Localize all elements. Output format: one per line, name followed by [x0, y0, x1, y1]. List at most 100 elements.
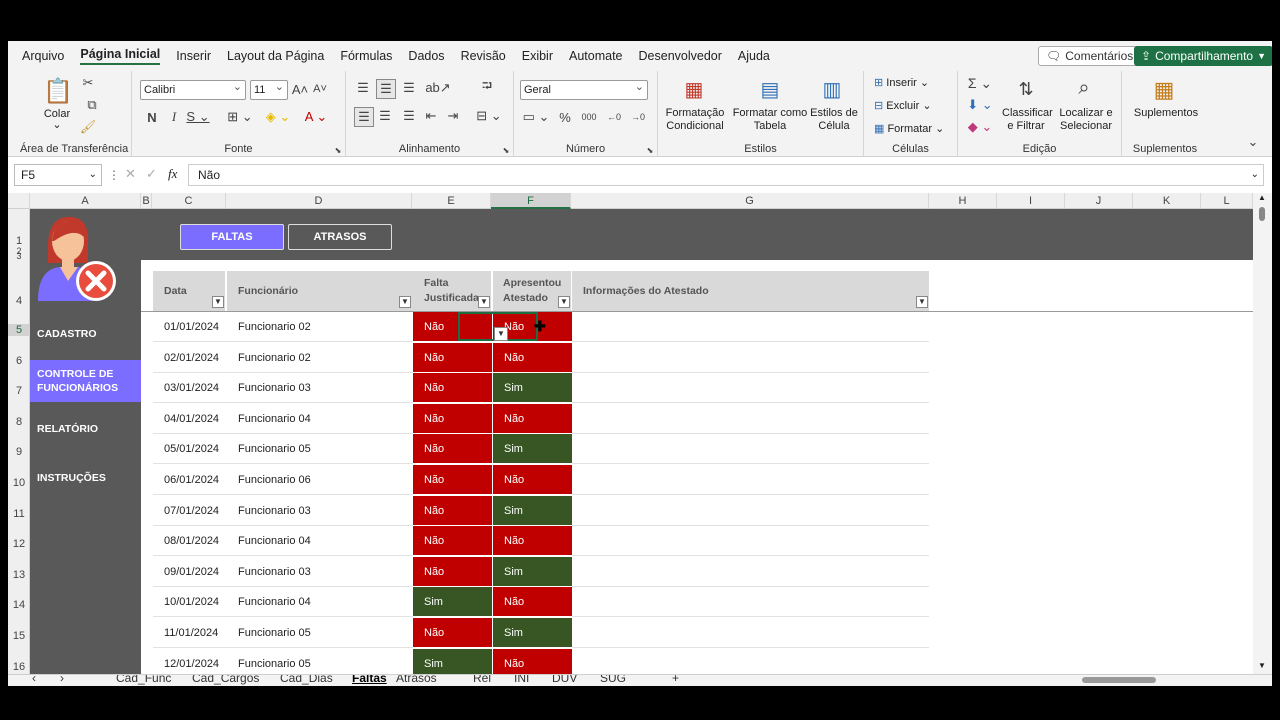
cell-func[interactable]: Funcionario 02	[227, 312, 413, 342]
cell-info[interactable]	[572, 587, 929, 618]
insert-function-icon[interactable]: fx	[168, 166, 177, 182]
cell-falta[interactable]: Não	[413, 556, 492, 587]
orientation-icon[interactable]: ab↗	[424, 79, 452, 97]
row-header-9[interactable]: 9	[8, 446, 30, 458]
decrease-decimal-icon[interactable]: →0	[628, 109, 648, 125]
prev-sheet-icon[interactable]: ‹	[32, 675, 36, 685]
cell-falta[interactable]: Sim	[413, 648, 492, 674]
copy-icon[interactable]: ⧉	[80, 97, 104, 113]
menu-item-4[interactable]: Fórmulas	[340, 49, 392, 63]
row-header-12[interactable]: 12	[8, 538, 30, 550]
cell-data[interactable]: 06/01/2024	[153, 465, 227, 495]
font-size-select[interactable]: 11	[250, 78, 288, 100]
format-table-label[interactable]: Formatar como Tabela	[730, 107, 810, 133]
autosum-icon[interactable]: Σ ⌄	[966, 75, 994, 91]
delete-cells-button[interactable]: ⊟ Excluir ⌄	[874, 100, 932, 113]
align-top-icon[interactable]: ☰	[354, 79, 372, 97]
cell-info[interactable]	[572, 526, 929, 557]
sheet-tab-0[interactable]: Cad_Func	[116, 675, 171, 685]
column-header-D[interactable]: D	[226, 193, 412, 209]
column-header-H[interactable]: H	[929, 193, 997, 209]
wrap-text-icon[interactable]: ⮒	[478, 78, 496, 97]
row-header-5[interactable]: 5	[8, 324, 30, 336]
column-header-F[interactable]: F	[491, 193, 571, 209]
cell-atestado[interactable]: Sim	[493, 556, 572, 587]
percent-icon[interactable]: %	[556, 109, 574, 125]
column-header-I[interactable]: I	[997, 193, 1065, 209]
cell-atestado[interactable]: Não	[493, 648, 572, 674]
row-header-11[interactable]: 11	[8, 508, 30, 520]
cell-falta[interactable]: Não	[413, 434, 492, 465]
cell-data[interactable]: 05/01/2024	[153, 434, 227, 465]
align-middle-icon[interactable]: ☰	[376, 79, 396, 99]
row-header-4[interactable]: 4	[8, 295, 30, 307]
column-header-L[interactable]: L	[1201, 193, 1253, 209]
filter-falta-button[interactable]: ▼	[478, 296, 490, 308]
cell-falta[interactable]: Não	[413, 342, 492, 373]
find-select-icon[interactable]: ⌕	[1070, 75, 1098, 101]
align-left-icon[interactable]: ☰	[354, 107, 374, 127]
cell-func[interactable]: Funcionario 03	[227, 496, 413, 526]
cell-info[interactable]	[572, 434, 929, 465]
cell-styles-label[interactable]: Estilos de Célula	[810, 107, 858, 133]
number-launcher-icon[interactable]: ⬊	[645, 145, 655, 155]
menu-item-0[interactable]: Arquivo	[22, 49, 64, 63]
cell-falta[interactable]: Não	[413, 526, 492, 557]
cell-info[interactable]	[572, 557, 929, 587]
filter-funcionario-button[interactable]: ▼	[399, 296, 411, 308]
sidebar-item-2[interactable]: RELATÓRIO	[30, 411, 141, 447]
clear-icon[interactable]: ◆ ⌄	[966, 119, 994, 135]
cell-info[interactable]	[572, 343, 929, 373]
cell-func[interactable]: Funcionario 04	[227, 526, 413, 557]
sidebar-item-0[interactable]: CADASTRO	[30, 319, 141, 349]
sheet-tab-1[interactable]: Cad_Cargos	[192, 675, 259, 685]
fill-icon[interactable]: ⬇ ⌄	[966, 97, 994, 113]
thousands-icon[interactable]: 000	[578, 109, 600, 125]
cell-dropdown-button[interactable]: ▼	[494, 327, 508, 341]
menu-item-7[interactable]: Exibir	[522, 49, 553, 63]
scroll-down-icon[interactable]: ▼	[1258, 661, 1266, 670]
cell-atestado[interactable]: Não	[493, 465, 572, 495]
sidebar-item-3[interactable]: INSTRUÇÕES	[30, 460, 141, 496]
cell-falta[interactable]: Sim	[413, 587, 492, 618]
horizontal-scrollbar[interactable]	[1048, 677, 1238, 685]
scroll-thumb[interactable]	[1259, 207, 1265, 221]
cell-func[interactable]: Funcionario 03	[227, 557, 413, 587]
menu-item-3[interactable]: Layout da Página	[227, 49, 324, 63]
cell-data[interactable]: 11/01/2024	[153, 618, 227, 648]
cell-data[interactable]: 02/01/2024	[153, 343, 227, 373]
cell-atestado[interactable]: Sim	[493, 434, 572, 465]
cell-func[interactable]: Funcionario 04	[227, 404, 413, 434]
sheet-tab-6[interactable]: INI	[514, 675, 529, 685]
hscroll-thumb[interactable]	[1082, 677, 1156, 683]
find-select-label[interactable]: Localizar e Selecionar	[1058, 107, 1114, 133]
cell-info[interactable]	[572, 312, 929, 342]
filter-info-button[interactable]: ▼	[916, 296, 928, 308]
comments-button[interactable]: 🗨 Comentários	[1038, 46, 1142, 66]
cell-atestado[interactable]: Não	[493, 526, 572, 557]
menu-item-2[interactable]: Inserir	[176, 49, 211, 63]
cell-info[interactable]	[572, 649, 929, 674]
insert-cells-button[interactable]: ⊞ Inserir ⌄	[874, 77, 929, 90]
cell-info[interactable]	[572, 404, 929, 434]
column-header-C[interactable]: C	[152, 193, 226, 209]
addins-icon[interactable]: ▦	[1150, 77, 1178, 103]
cell-info[interactable]	[572, 373, 929, 404]
cell-data[interactable]: 08/01/2024	[153, 526, 227, 557]
row-header-3[interactable]: 3	[8, 251, 30, 261]
row-header-16[interactable]: 16	[8, 661, 30, 673]
cell-func[interactable]: Funcionario 06	[227, 465, 413, 495]
cell-info[interactable]	[572, 465, 929, 495]
column-header-K[interactable]: K	[1133, 193, 1201, 209]
menu-item-8[interactable]: Automate	[569, 49, 623, 63]
cell-func[interactable]: Funcionario 05	[227, 649, 413, 674]
add-sheet-icon[interactable]: +	[672, 675, 679, 685]
underline-icon[interactable]: S ⌄	[186, 109, 210, 125]
tab-atrasos[interactable]: ATRASOS	[288, 224, 392, 250]
paste-icon[interactable]: 📋	[43, 76, 73, 106]
tab-faltas[interactable]: FALTAS	[180, 224, 284, 250]
cell-falta[interactable]: Não	[413, 403, 492, 434]
cell-data[interactable]: 01/01/2024	[153, 312, 227, 342]
scroll-up-icon[interactable]: ▲	[1258, 193, 1266, 202]
format-table-icon[interactable]: ▤	[756, 77, 784, 101]
